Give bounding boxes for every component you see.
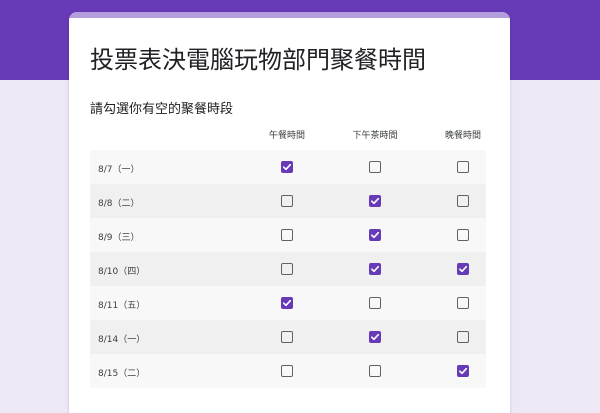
row-label: 8/15（二） [98,369,146,379]
grid-row: 8/15（二） [90,354,486,388]
grid-cell-lunch [243,150,331,184]
row-label: 8/9（三） [98,233,140,243]
grid-cell-lunch [243,218,331,252]
grid-row: 8/11（五） [90,286,486,320]
check-icon [371,265,380,273]
form-title: 投票表決電腦玩物部門聚餐時間 [90,46,426,74]
checkbox-tea[interactable] [369,365,381,377]
grid-cell-dinner [419,150,507,184]
grid-cell-tea [331,252,419,286]
grid-cell-dinner [419,286,507,320]
grid-cell-dinner [419,320,507,354]
checkbox-lunch[interactable] [281,161,293,173]
checkbox-dinner[interactable] [457,161,469,173]
grid-cell-lunch [243,184,331,218]
checkbox-lunch[interactable] [281,263,293,275]
grid-cell-dinner [419,252,507,286]
grid-cell-tea [331,184,419,218]
check-icon [459,367,468,375]
checkbox-lunch[interactable] [281,365,293,377]
grid-row: 8/10（四） [90,252,486,286]
check-icon [459,265,468,273]
checkbox-dinner[interactable] [457,297,469,309]
check-icon [283,299,292,307]
checkbox-dinner[interactable] [457,365,469,377]
grid-cell-tea [331,286,419,320]
column-header-dinner: 晚餐時間 [444,131,481,141]
checkbox-lunch[interactable] [281,331,293,343]
check-icon [371,197,380,205]
grid-cell-lunch [243,354,331,388]
grid-row: 8/8（二） [90,184,486,218]
checkbox-lunch[interactable] [281,297,293,309]
grid-rows: 8/7（一） 8/8（二） 8/9（三） 8/10（四） 8/11（五） 8/14（一） 8… [90,150,486,388]
row-label: 8/11（五） [98,301,146,311]
grid-cell-dinner [419,354,507,388]
checkbox-grid: 午餐時間 下午茶時間 晚餐時間 8/7（一） 8/8（二） 8/9（三） 8/10（四… [90,122,486,388]
checkbox-lunch[interactable] [281,195,293,207]
checkbox-tea[interactable] [369,331,381,343]
check-icon [283,163,292,171]
grid-header: 午餐時間 下午茶時間 晚餐時間 [90,122,486,150]
grid-row: 8/9（三） [90,218,486,252]
row-label: 8/10（四） [98,267,146,277]
grid-cell-lunch [243,252,331,286]
question-title: 請勾選你有空的聚餐時段 [90,102,234,117]
checkbox-tea[interactable] [369,161,381,173]
grid-cell-dinner [419,184,507,218]
checkbox-tea[interactable] [369,263,381,275]
checkbox-dinner[interactable] [457,331,469,343]
grid-cell-dinner [419,218,507,252]
checkbox-lunch[interactable] [281,229,293,241]
column-header-lunch: 午餐時間 [268,131,305,141]
grid-row: 8/14（一） [90,320,486,354]
checkbox-dinner[interactable] [457,229,469,241]
checkbox-tea[interactable] [369,297,381,309]
grid-cell-tea [331,150,419,184]
checkbox-dinner[interactable] [457,195,469,207]
grid-cell-tea [331,354,419,388]
row-label: 8/8（二） [98,199,140,209]
column-header-tea: 下午茶時間 [352,131,398,141]
grid-cell-lunch [243,320,331,354]
checkbox-tea[interactable] [369,195,381,207]
row-label: 8/14（一） [98,335,146,345]
check-icon [371,333,380,341]
grid-cell-tea [331,320,419,354]
grid-cell-tea [331,218,419,252]
checkbox-tea[interactable] [369,229,381,241]
grid-cell-lunch [243,286,331,320]
row-label: 8/7（一） [98,165,140,175]
grid-row: 8/7（一） [90,150,486,184]
check-icon [371,231,380,239]
card-accent-bar [69,12,510,18]
form-card: 投票表決電腦玩物部門聚餐時間 請勾選你有空的聚餐時段 午餐時間 下午茶時間 晚餐… [69,12,510,413]
checkbox-dinner[interactable] [457,263,469,275]
